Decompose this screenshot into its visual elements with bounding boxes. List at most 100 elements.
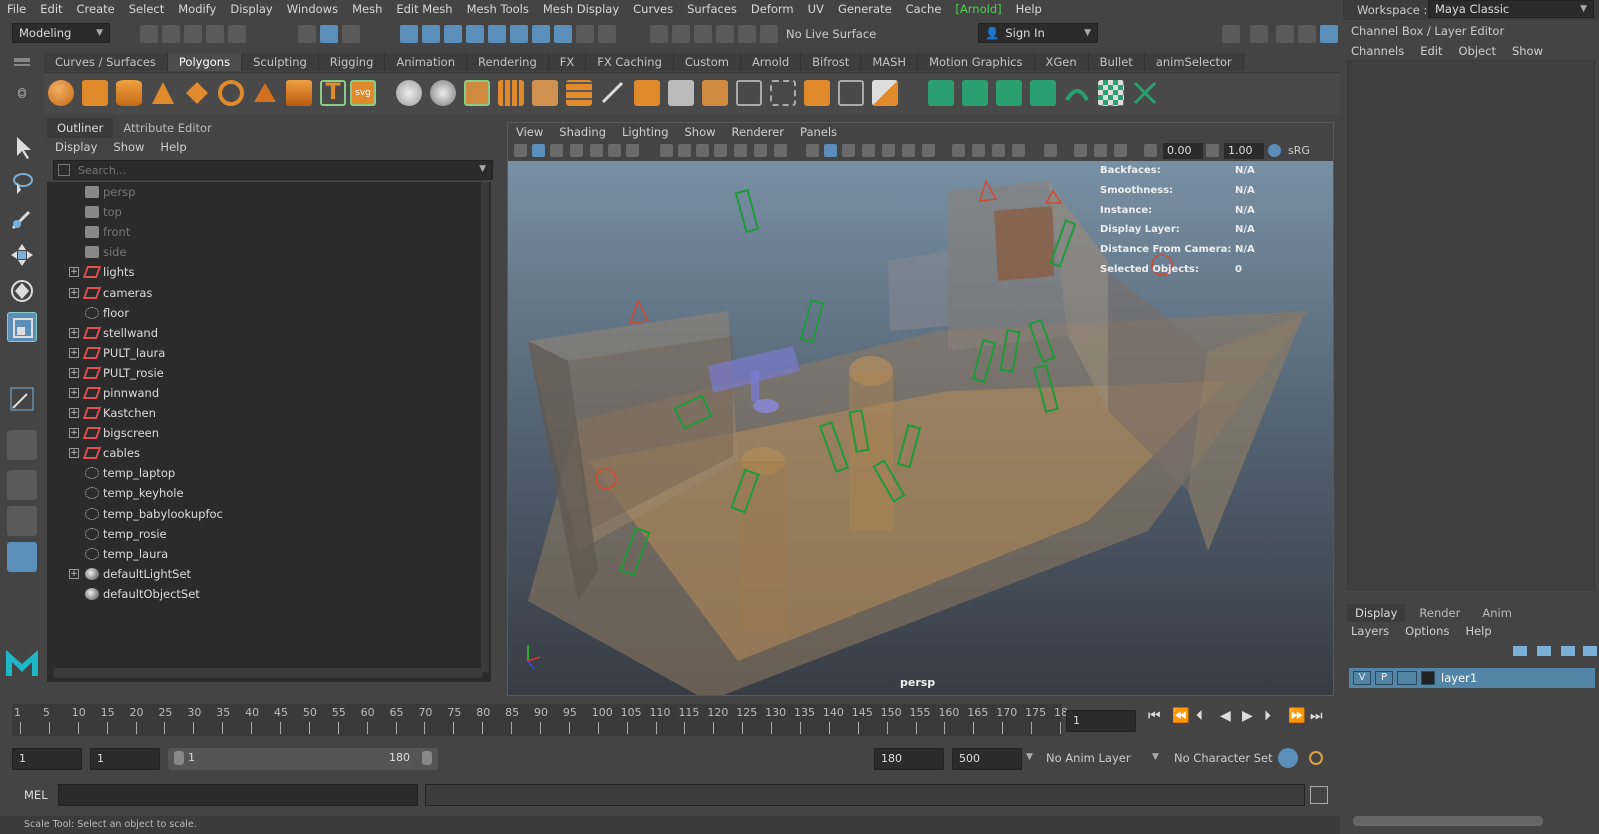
extrude-icon[interactable] [532, 80, 558, 106]
tab-outliner[interactable]: Outliner [47, 118, 114, 138]
shelf-tab-xgen[interactable]: XGen [1034, 53, 1089, 71]
menu-edit[interactable]: Edit [33, 2, 69, 16]
bridge-icon[interactable] [566, 80, 592, 106]
expand-icon[interactable]: + [69, 367, 79, 378]
expand-icon[interactable]: + [69, 408, 79, 419]
outliner-item[interactable]: + defaultLightSet [47, 564, 491, 584]
expand-icon[interactable]: + [69, 448, 79, 459]
layer-horizontal-scrollbar[interactable] [1353, 816, 1543, 826]
select-tool-icon[interactable] [7, 132, 37, 162]
shelf-tab-custom[interactable]: Custom [673, 53, 741, 71]
camera-attributes-icon[interactable] [532, 144, 545, 157]
new-layer-icon[interactable] [1561, 646, 1575, 656]
exposure-icon[interactable] [1144, 144, 1157, 157]
script-editor-icon[interactable] [1310, 786, 1328, 804]
shelf-tab-curves-surfaces[interactable]: Curves / Surfaces [44, 53, 168, 71]
menu-create[interactable]: Create [70, 2, 122, 16]
scene-end-field[interactable]: 500 [952, 748, 1022, 770]
shelf-tab-animation[interactable]: Animation [385, 53, 468, 71]
tab-display[interactable]: Display [1347, 604, 1406, 622]
grid-icon[interactable] [660, 144, 673, 157]
poly-cube-icon[interactable] [82, 80, 108, 106]
wedge-icon[interactable] [804, 80, 830, 106]
render-view-icon[interactable] [738, 25, 756, 43]
last-tool-icon[interactable] [7, 384, 37, 414]
playback-end-field[interactable]: 180 [874, 748, 944, 770]
shelf-tab-fx-caching[interactable]: FX Caching [586, 53, 674, 71]
ambient-occlusion-icon[interactable] [952, 144, 965, 157]
x-ray-components-icon[interactable] [1114, 144, 1127, 157]
shelf-tab-bifrost[interactable]: Bifrost [801, 53, 862, 71]
poly-type-icon[interactable]: T [320, 80, 346, 106]
target-weld-icon[interactable] [668, 80, 694, 106]
multi-cut-icon[interactable] [634, 80, 660, 106]
new-layer-selected-icon[interactable] [1583, 646, 1597, 656]
poly-cylinder-icon[interactable] [116, 80, 142, 106]
outliner-item[interactable]: front [47, 222, 491, 242]
outliner-item[interactable]: temp_babylookupfoc [47, 504, 491, 524]
grease-pencil-icon[interactable] [608, 144, 621, 157]
four-view-icon[interactable] [7, 470, 37, 500]
menu-mesh[interactable]: Mesh [345, 2, 389, 16]
viewport-menu-lighting[interactable]: Lighting [614, 125, 676, 139]
smooth-shade-icon[interactable] [824, 144, 837, 157]
2d-pan-zoom-icon[interactable] [590, 144, 603, 157]
anti-aliasing-icon[interactable] [992, 144, 1005, 157]
outliner-vertical-scrollbar[interactable] [481, 182, 489, 672]
expand-icon[interactable]: + [69, 387, 79, 398]
attribute-editor-icon[interactable] [1250, 25, 1268, 43]
menu-surfaces[interactable]: Surfaces [680, 2, 744, 16]
refresh-icon[interactable] [760, 25, 778, 43]
scene-start-field[interactable]: 1 [12, 748, 82, 770]
persp-outliner-icon[interactable] [7, 506, 37, 536]
help-icon[interactable] [554, 25, 572, 43]
select-hierarchy-icon[interactable] [298, 25, 316, 43]
channel-box-menu-object[interactable]: Object [1451, 44, 1504, 58]
outliner-menu-help[interactable]: Help [152, 140, 194, 154]
history-icon[interactable] [532, 25, 550, 43]
undo-icon[interactable] [206, 25, 224, 43]
poly-plane-icon[interactable] [184, 80, 210, 106]
snap-projected-icon[interactable] [466, 25, 484, 43]
tool-settings-icon[interactable] [1276, 25, 1294, 43]
image-plane-icon[interactable] [570, 144, 583, 157]
viewport-menu-show[interactable]: Show [677, 125, 724, 139]
workspace-selector[interactable]: Maya Classic ▼ [1428, 0, 1594, 18]
outliner-item[interactable]: temp_laura [47, 544, 491, 564]
mel-label[interactable]: MEL [24, 788, 48, 802]
rotate-tool-icon[interactable] [7, 276, 37, 306]
uv-automatic-icon[interactable] [1030, 80, 1056, 106]
expand-icon[interactable]: + [69, 287, 79, 298]
menu-help[interactable]: Help [1009, 2, 1049, 16]
channel-box-icon[interactable] [1320, 25, 1338, 43]
mel-input[interactable] [58, 784, 418, 806]
x-ray-icon[interactable] [1074, 144, 1087, 157]
menu-deform[interactable]: Deform [744, 2, 801, 16]
menu-display[interactable]: Display [223, 2, 279, 16]
film-gate-icon[interactable] [678, 144, 691, 157]
wireframe-icon[interactable] [806, 144, 819, 157]
poly-pipe-icon[interactable] [286, 80, 312, 106]
menu-windows[interactable]: Windows [280, 2, 345, 16]
uv-cylindrical-icon[interactable] [962, 80, 988, 106]
outliner-item[interactable]: + PULT_rosie [47, 363, 491, 383]
redo-icon[interactable] [228, 25, 246, 43]
viewport-scene[interactable]: Backfaces: N/A Smoothness: N/A Instance: N/A D… [508, 161, 1333, 695]
layer-menu-options[interactable]: Options [1397, 624, 1457, 638]
offset-edge-loop-icon[interactable] [736, 80, 762, 106]
shelf-tab-rigging[interactable]: Rigging [318, 53, 386, 71]
time-ruler[interactable]: 1 5 10 15 20 25 30 35 40 45 50 55 60 65 70 75 80 85 90 95 10… [12, 704, 1068, 736]
snap-curve-icon[interactable] [422, 25, 440, 43]
modeling-toolkit-icon[interactable] [1222, 25, 1240, 43]
depth-of-field-icon[interactable] [1012, 144, 1025, 157]
shelf-gear-icon[interactable] [18, 88, 26, 96]
layer-name[interactable]: layer1 [1441, 671, 1477, 685]
panel-layout-icon[interactable] [1298, 25, 1316, 43]
make-live-icon[interactable] [510, 25, 528, 43]
outliner-menu-show[interactable]: Show [105, 140, 152, 154]
menu-curves[interactable]: Curves [626, 2, 680, 16]
snap-point-icon[interactable] [444, 25, 462, 43]
select-component-icon[interactable] [342, 25, 360, 43]
expand-icon[interactable]: + [69, 428, 79, 439]
isolate-icon[interactable] [882, 144, 895, 157]
